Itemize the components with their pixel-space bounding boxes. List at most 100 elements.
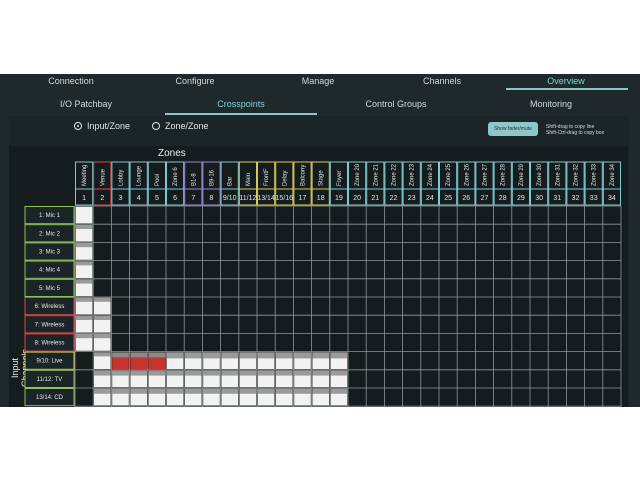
crosspoint-cell[interactable] xyxy=(294,388,311,406)
crosspoint-cell[interactable] xyxy=(130,370,147,388)
crosspoint-cell[interactable] xyxy=(75,334,93,351)
crosspoint-cell[interactable] xyxy=(75,316,93,333)
crosspoint-level-bar xyxy=(75,297,93,302)
crosspoint-cell[interactable] xyxy=(312,370,329,388)
zone-number-label: 7 xyxy=(191,195,195,202)
crosspoint-cell[interactable] xyxy=(75,297,93,315)
crosspoint-cell[interactable] xyxy=(330,370,348,388)
zone-number-label: 2 xyxy=(100,195,104,202)
zone-number-label: 22 xyxy=(390,195,398,202)
crosspoint-cell[interactable] xyxy=(185,352,202,369)
input-channel-label: 5: Mic 5 xyxy=(39,286,61,292)
crosspoint-level-bar xyxy=(185,388,202,394)
crosspoint-cell[interactable] xyxy=(239,388,257,406)
crosspoint-level-bar xyxy=(94,297,111,302)
crosspoint-cell[interactable] xyxy=(94,388,111,406)
crosspoint-cell[interactable] xyxy=(75,279,93,297)
crosspoint-cell[interactable] xyxy=(112,370,129,388)
zone-name-label: Balcony xyxy=(301,165,307,186)
zone-name-label: FrontF xyxy=(264,168,270,186)
crosspoint-cell[interactable] xyxy=(112,352,129,369)
crosspoint-cell[interactable] xyxy=(239,352,257,369)
crosspoint-cell[interactable] xyxy=(203,370,220,388)
crosspoint-cell[interactable] xyxy=(75,225,93,242)
input-channel-label: 6: Wireless xyxy=(35,304,65,310)
zone-number-label: 24 xyxy=(426,195,434,202)
crosspoint-cell[interactable] xyxy=(239,370,257,388)
crosspoint-level-bar xyxy=(130,370,147,376)
crosspoint-cell[interactable] xyxy=(257,352,275,369)
input-channel-label: 9/10: Live xyxy=(36,359,63,365)
zone-name-label: Stage xyxy=(319,170,325,186)
zone-name-label: Lobby xyxy=(119,170,125,186)
crosspoint-cell[interactable] xyxy=(276,352,293,369)
crosspoint-level-bar xyxy=(257,352,275,359)
crosspoint-cell[interactable] xyxy=(94,316,111,333)
crosspoint-cell[interactable] xyxy=(130,352,147,369)
zone-name-label: Zone 22 xyxy=(392,163,398,186)
crosspoint-level-bar xyxy=(185,352,202,359)
zone-number-label: 11/12 xyxy=(239,195,256,202)
crosspoint-cell[interactable] xyxy=(203,352,220,369)
input-channel-label: 4: Mic 4 xyxy=(39,268,61,274)
crosspoint-cell[interactable] xyxy=(185,370,202,388)
crosspoint-cell[interactable] xyxy=(94,297,111,315)
zone-number-label: 33 xyxy=(590,195,598,202)
zone-number-label: 8 xyxy=(210,195,214,202)
crosspoint-cell[interactable] xyxy=(312,388,329,406)
crosspoint-cell[interactable] xyxy=(330,388,348,406)
zone-number-label: 17 xyxy=(299,195,307,202)
zone-number-label: 31 xyxy=(553,195,561,202)
crosspoint-cell[interactable] xyxy=(130,388,147,406)
input-channel-label: 1: Mic 1 xyxy=(39,213,61,219)
crosspoint-level-bar xyxy=(276,388,293,394)
crosspoint-cell[interactable] xyxy=(148,370,166,388)
crosspoint-cell[interactable] xyxy=(112,388,129,406)
input-channel-label: 3: Mic 3 xyxy=(39,250,61,256)
zone-name-label: Zone 25 xyxy=(446,163,452,186)
zone-number-label: 28 xyxy=(499,195,507,202)
zone-number-label: 6 xyxy=(173,195,177,202)
zone-number-label: 13/14 xyxy=(257,195,275,202)
zone-number-label: 3 xyxy=(119,195,123,202)
zone-name-label: Zone 33 xyxy=(592,163,598,186)
crosspoint-cell[interactable] xyxy=(94,334,111,351)
crosspoint-cell[interactable] xyxy=(221,388,238,406)
crosspoint-cell[interactable] xyxy=(166,370,184,388)
crosspoint-cell[interactable] xyxy=(75,261,93,278)
crosspoint-level-bar xyxy=(94,370,111,376)
crosspoint-cell[interactable] xyxy=(294,370,311,388)
crosspoint-cell[interactable] xyxy=(166,352,184,369)
crosspoint-cell[interactable] xyxy=(257,388,275,406)
crosspoint-cell[interactable] xyxy=(312,352,329,369)
crosspoint-level-bar xyxy=(203,352,220,359)
crosspoint-cell[interactable] xyxy=(276,388,293,406)
crosspoint-cell[interactable] xyxy=(94,352,111,369)
crosspoint-cell[interactable] xyxy=(148,388,166,406)
input-channel-label: 7: Wireless xyxy=(35,322,65,328)
crosspoint-cell[interactable] xyxy=(185,388,202,406)
crosspoint-cell[interactable] xyxy=(330,352,348,369)
crosspoint-level-bar xyxy=(294,370,311,376)
crosspoint-cell[interactable] xyxy=(276,370,293,388)
crosspoint-cell[interactable] xyxy=(221,352,238,369)
crosspoint-level-bar xyxy=(221,352,238,359)
crosspoint-cell[interactable] xyxy=(294,352,311,369)
crosspoint-cell[interactable] xyxy=(75,206,93,224)
zone-name-label: Zone 30 xyxy=(537,163,543,186)
crosspoint-cell[interactable] xyxy=(148,352,166,369)
zone-name-label: Zone 26 xyxy=(464,163,470,186)
crosspoint-cell[interactable] xyxy=(94,370,111,388)
crosspoint-level-bar xyxy=(75,279,93,284)
crosspoint-cell[interactable] xyxy=(166,388,184,406)
crosspoint-level-bar xyxy=(203,370,220,376)
crosspoint-cell[interactable] xyxy=(75,243,93,260)
crosspoint-cell[interactable] xyxy=(203,388,220,406)
crosspoint-cell[interactable] xyxy=(221,370,238,388)
zone-number-label: 34 xyxy=(608,195,616,202)
crosspoint-level-bar xyxy=(148,352,166,358)
crosspoint-level-bar xyxy=(257,370,275,376)
crosspoint-cell[interactable] xyxy=(257,370,275,388)
crosspoint-level-bar xyxy=(75,316,93,320)
crosspoint-level-bar xyxy=(112,370,129,376)
